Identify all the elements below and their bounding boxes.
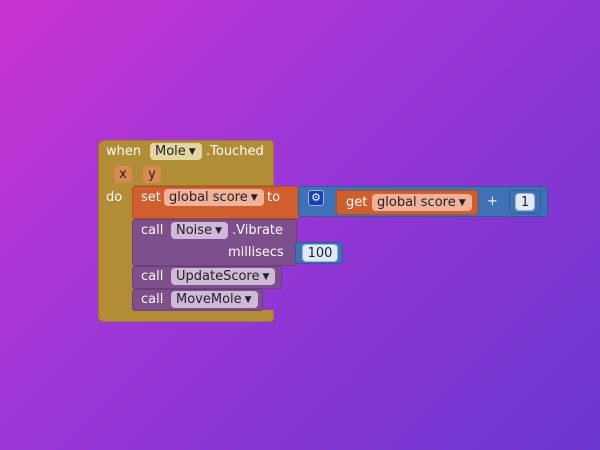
call-label: call [141,223,164,238]
call-label: call [141,269,164,284]
when-label: when [106,144,142,159]
chevron-down-icon: ▼ [250,193,258,203]
to-label: to [267,190,281,205]
procedure-dropdown-updatescore[interactable]: UpdateScore ▼ [171,268,276,285]
variable-dropdown-label: global score [377,195,456,210]
chevron-down-icon: ▼ [244,295,252,305]
gear-icon[interactable]: ⚙ [308,190,324,206]
param-y[interactable]: y [143,166,161,183]
procedure-dropdown-movemole[interactable]: MoveMole ▼ [171,291,258,308]
param-x-label: x [119,167,127,182]
method-label: .Vibrate [232,223,284,238]
chevron-down-icon: ▼ [458,198,466,208]
get-label: get [346,195,368,210]
event-name-label: .Touched [206,144,264,159]
call-label: call [141,292,164,307]
procedure-dropdown-label: MoveMole [176,292,242,307]
plus-operator: + [487,194,498,209]
chevron-down-icon: ▼ [262,272,270,282]
param-x[interactable]: x [114,166,132,183]
variable-dropdown-get[interactable]: global score ▼ [372,194,472,211]
number-field-value: 100 [307,246,333,261]
chevron-down-icon: ▼ [188,147,196,157]
procedure-dropdown-label: UpdateScore [176,269,260,284]
event-block-footer [98,310,274,322]
component-dropdown-label: Mole [155,144,186,159]
do-label: do [106,190,123,205]
number-field-100[interactable]: 100 [302,244,338,262]
number-field-value: 1 [520,195,530,210]
variable-dropdown-set[interactable]: global score ▼ [164,189,264,206]
chevron-down-icon: ▼ [215,226,222,236]
millisecs-label: millisecs [228,245,284,260]
component-dropdown-mole[interactable]: Mole ▼ [150,143,202,160]
component-dropdown-label: Noise [176,223,213,238]
component-dropdown-noise[interactable]: Noise ▼ [171,222,228,239]
number-field-1[interactable]: 1 [515,193,535,211]
set-label: set [141,190,161,205]
param-y-label: y [148,167,156,182]
variable-dropdown-label: global score [169,190,248,205]
